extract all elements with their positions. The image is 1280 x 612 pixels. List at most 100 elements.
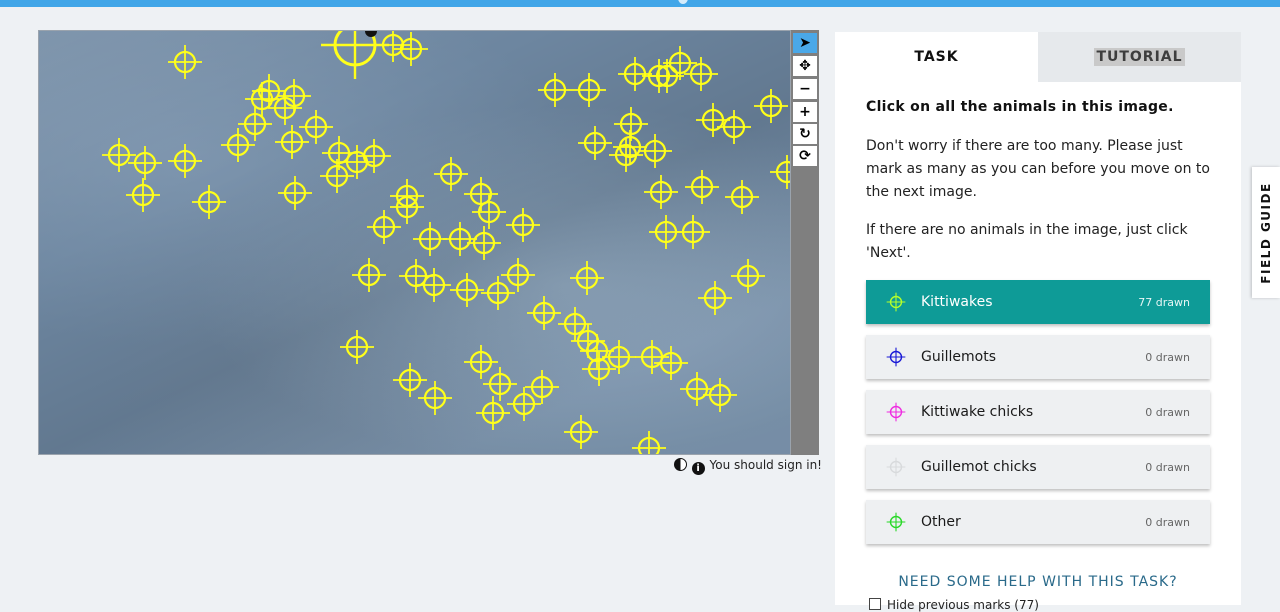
kittiwake-mark[interactable] — [450, 273, 484, 307]
annotation-layer[interactable] — [39, 31, 791, 455]
kittiwake-mark[interactable] — [770, 155, 791, 189]
choice-count: 0 drawn — [1145, 460, 1190, 474]
kittiwake-mark[interactable] — [725, 180, 759, 214]
field-guide-label: FIELD GUIDE — [1259, 181, 1273, 284]
kittiwake-mark[interactable] — [393, 363, 427, 397]
kittiwake-mark[interactable] — [754, 89, 788, 123]
active-mark[interactable] — [321, 31, 389, 79]
kittiwake-mark[interactable] — [434, 157, 468, 191]
annotate-tool-button[interactable]: ➤ — [793, 33, 817, 53]
tab-tutorial[interactable]: TUTORIAL — [1038, 32, 1241, 82]
kittiwake-mark[interactable] — [467, 226, 501, 260]
choice-count: 0 drawn — [1145, 350, 1190, 364]
rotate-button[interactable]: ↻ — [793, 124, 817, 144]
tab-task[interactable]: TASK — [835, 32, 1038, 82]
zoom-in-button[interactable]: + — [793, 102, 817, 122]
choice-kittiwake-chicks[interactable]: Kittiwake chicks 0 drawn — [866, 390, 1210, 434]
zoom-out-icon: − — [799, 81, 811, 97]
kittiwake-mark[interactable] — [357, 139, 391, 173]
kittiwake-mark[interactable] — [572, 73, 606, 107]
field-guide-tab[interactable]: FIELD GUIDE — [1252, 167, 1280, 298]
kittiwake-mark[interactable] — [525, 370, 559, 404]
choice-guillemot-chicks[interactable]: Guillemot chicks 0 drawn — [866, 445, 1210, 489]
choice-other[interactable]: Other 0 drawn — [866, 500, 1210, 544]
kittiwake-mark[interactable] — [413, 222, 447, 256]
kittiwake-mark[interactable] — [685, 170, 719, 204]
kittiwake-mark[interactable] — [418, 381, 452, 415]
kittiwake-mark[interactable] — [703, 378, 737, 412]
kittiwake-mark[interactable] — [476, 396, 510, 430]
kittiwake-mark[interactable] — [417, 268, 451, 302]
kittiwake-mark[interactable] — [443, 222, 477, 256]
viewer-toolbar: ➤ ✥ − + ↻ ⟳ — [791, 30, 819, 455]
task-tabs: TASK TUTORIAL — [835, 32, 1241, 82]
choice-count: 77 drawn — [1138, 295, 1190, 309]
kittiwake-mark[interactable] — [644, 175, 678, 209]
kittiwake-mark[interactable] — [570, 261, 604, 295]
kittiwake-mark[interactable] — [352, 258, 386, 292]
hide-marks-checkbox[interactable] — [869, 598, 881, 610]
kittiwake-mark[interactable] — [638, 134, 672, 168]
choice-guillemots[interactable]: Guillemots 0 drawn — [866, 335, 1210, 379]
pointer-icon: ➤ — [799, 35, 811, 51]
kittiwake-mark[interactable] — [275, 125, 309, 159]
kittiwake-mark[interactable] — [506, 208, 540, 242]
kittiwake-mark[interactable] — [580, 334, 614, 368]
choice-label: Kittiwakes — [921, 294, 993, 310]
kittiwake-mark[interactable] — [538, 73, 572, 107]
kittiwake-mark[interactable] — [252, 74, 286, 108]
kittiwake-mark[interactable] — [618, 57, 652, 91]
kittiwake-mark[interactable] — [390, 190, 424, 224]
choice-label: Guillemot chicks — [921, 459, 1037, 475]
info-icon[interactable]: i — [691, 462, 705, 475]
tab-tutorial-label: TUTORIAL — [1094, 48, 1185, 66]
kittiwake-mark[interactable] — [650, 59, 684, 93]
kittiwake-mark[interactable] — [128, 146, 162, 180]
invert-colors-icon[interactable] — [673, 458, 687, 471]
kittiwake-mark[interactable] — [527, 296, 561, 330]
kittiwake-mark[interactable] — [676, 215, 710, 249]
reset-view-button[interactable]: ⟳ — [793, 146, 817, 166]
kittiwake-mark[interactable] — [192, 185, 226, 219]
kittiwake-mark[interactable] — [558, 307, 592, 341]
kittiwake-mark[interactable] — [698, 281, 732, 315]
kittiwake-mark[interactable] — [632, 431, 666, 455]
help-link[interactable]: NEED SOME HELP WITH THIS TASK? — [835, 574, 1241, 590]
reset-icon: ⟳ — [799, 148, 811, 164]
task-panel: TASK TUTORIAL Click on all the animals i… — [835, 32, 1241, 612]
kittiwake-mark[interactable] — [340, 330, 374, 364]
move-tool-button[interactable]: ✥ — [793, 56, 817, 76]
kittiwake-mark[interactable] — [578, 126, 612, 160]
kittiwake-mark[interactable] — [168, 144, 202, 178]
kittiwake-mark[interactable] — [299, 110, 333, 144]
kittiwake-mark[interactable] — [564, 415, 598, 449]
move-icon: ✥ — [799, 58, 811, 74]
crosshair-icon — [886, 512, 906, 532]
subject-image[interactable] — [38, 30, 791, 455]
kittiwake-mark[interactable] — [483, 367, 517, 401]
kittiwake-mark[interactable] — [102, 138, 136, 172]
zoom-out-button[interactable]: − — [793, 79, 817, 99]
kittiwake-mark[interactable] — [320, 159, 354, 193]
kittiwake-mark[interactable] — [340, 145, 374, 179]
sign-in-notice[interactable]: You should sign in! — [710, 458, 822, 472]
kittiwake-mark[interactable] — [614, 107, 648, 141]
crosshair-icon — [886, 347, 906, 367]
kittiwake-mark[interactable] — [464, 345, 498, 379]
kittiwake-mark[interactable] — [472, 195, 506, 229]
kittiwake-mark[interactable] — [731, 259, 765, 293]
kittiwake-mark[interactable] — [507, 387, 541, 421]
subject-viewer: ➤ ✥ − + ↻ ⟳ — [38, 30, 820, 455]
kittiwake-mark[interactable] — [680, 372, 714, 406]
kittiwake-mark[interactable] — [168, 45, 202, 79]
kittiwake-mark[interactable] — [278, 176, 312, 210]
choice-count: 0 drawn — [1145, 405, 1190, 419]
hide-marks-row[interactable]: Hide previous marks (77) — [869, 598, 1039, 612]
choice-label: Kittiwake chicks — [921, 404, 1034, 420]
delete-mark-icon[interactable] — [365, 31, 377, 37]
kittiwake-mark[interactable] — [126, 178, 160, 212]
kittiwake-mark[interactable] — [609, 138, 643, 172]
kittiwake-mark[interactable] — [367, 210, 401, 244]
choice-kittiwakes[interactable]: Kittiwakes 77 drawn — [866, 280, 1210, 324]
crosshair-icon — [886, 402, 906, 422]
